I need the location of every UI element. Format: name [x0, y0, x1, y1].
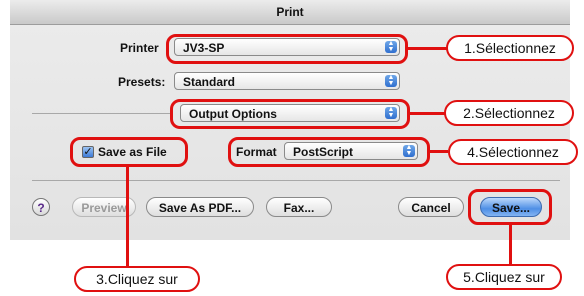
divider — [32, 113, 172, 114]
callout-4: 4.Sélectionnez — [448, 139, 578, 165]
fax-button[interactable]: Fax... — [266, 197, 332, 217]
presets-label: Presets: — [118, 75, 166, 89]
divider — [32, 180, 560, 181]
highlight-format — [228, 137, 430, 167]
highlight-printer — [166, 34, 408, 64]
presets-popup[interactable]: Standard ▲ ▼ — [174, 72, 400, 90]
highlight-panel — [170, 99, 410, 129]
callout-5: 5.Cliquez sur — [446, 264, 562, 290]
callout-2: 2.Sélectionnez — [444, 100, 574, 126]
presets-value: Standard — [183, 75, 236, 89]
popup-arrows-icon: ▲ ▼ — [385, 74, 397, 87]
callout-3: 3.Cliquez sur — [74, 266, 200, 292]
connector-5 — [509, 225, 512, 267]
connector-3 — [126, 167, 129, 267]
save-as-pdf-button[interactable]: Save As PDF... — [146, 197, 254, 217]
printer-label: Printer — [120, 41, 159, 55]
connector-2 — [410, 112, 446, 115]
connector-1 — [408, 47, 448, 50]
window-title: Print — [10, 0, 570, 25]
highlight-save — [468, 189, 552, 225]
cancel-button[interactable]: Cancel — [398, 197, 464, 217]
connector-4 — [430, 150, 448, 153]
help-button[interactable]: ? — [32, 198, 50, 216]
callout-1: 1.Sélectionnez — [446, 35, 574, 61]
highlight-save-as-file — [70, 137, 188, 167]
